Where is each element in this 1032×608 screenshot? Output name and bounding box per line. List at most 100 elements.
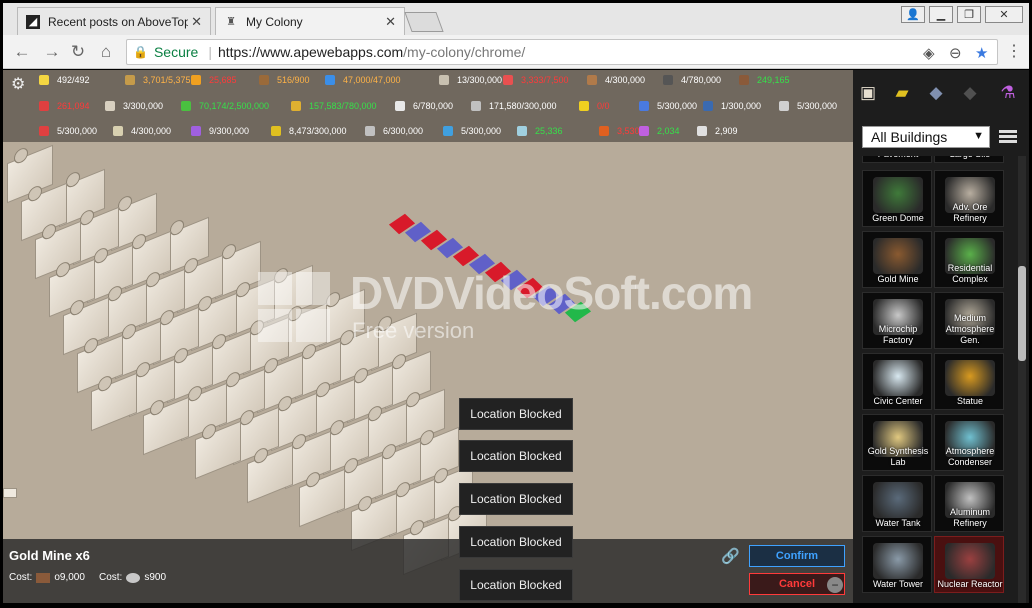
resource-item: 6/780,000 bbox=[395, 99, 453, 113]
resource-item: 5/300,000 bbox=[39, 124, 97, 138]
resource-item: 5/300,000 bbox=[639, 99, 697, 113]
resource-value: 0/0 bbox=[597, 101, 610, 111]
address-bar[interactable]: 🔒 Secure | https://www.apewebapps.com /m… bbox=[126, 39, 998, 65]
watermark-subtitle: Free version bbox=[352, 318, 475, 343]
scrollbar-thumb[interactable] bbox=[1018, 266, 1026, 361]
category-buildings-icon[interactable]: ▣ bbox=[855, 80, 881, 106]
building-card[interactable]: Green Dome bbox=[862, 170, 932, 227]
alien-icon bbox=[703, 101, 713, 111]
resource-value: 6/300,000 bbox=[383, 126, 424, 136]
building-card[interactable]: Microchip Factory bbox=[862, 292, 932, 349]
extension-icon[interactable]: ◈ bbox=[923, 44, 935, 62]
water-icon bbox=[325, 75, 335, 85]
resource-value: 261,094 bbox=[57, 101, 90, 111]
category-research-flask-icon[interactable]: ⚗ bbox=[995, 80, 1021, 106]
cost-ore-value: o9,000 bbox=[54, 572, 85, 583]
close-window-icon[interactable]: ✕ bbox=[985, 6, 1023, 23]
building-card[interactable]: Civic Center bbox=[862, 353, 932, 410]
back-arrow-icon[interactable]: ← bbox=[11, 41, 33, 63]
building-grid: Pavement Large Silo Green Dome Adv. Ore Ref… bbox=[862, 156, 1008, 603]
resource-item: 47,000/47,000 bbox=[325, 73, 401, 87]
game-viewport[interactable]: ⚙ 492/492 3,701/5,375 25,685 516/900 47,000/… bbox=[3, 70, 853, 603]
building-filter-select[interactable]: All Buildings ▼ bbox=[862, 126, 990, 148]
link-icon[interactable]: 🔗 bbox=[721, 547, 740, 565]
oil-icon bbox=[113, 126, 123, 136]
minimize-icon[interactable]: ▁ bbox=[929, 6, 953, 23]
resource-value: 516/900 bbox=[277, 75, 310, 85]
building-card[interactable]: Gold Mine bbox=[862, 231, 932, 288]
resource-value: 4/300,000 bbox=[131, 126, 172, 136]
close-tab-icon[interactable]: ✕ bbox=[191, 14, 202, 30]
building-card[interactable]: Pavement bbox=[862, 156, 932, 163]
resource-bar: ⚙ 492/492 3,701/5,375 25,685 516/900 47,000/… bbox=[3, 70, 853, 142]
resource-value: 25,336 bbox=[535, 126, 563, 136]
resource-value: 157,583/780,000 bbox=[309, 101, 377, 111]
building-card[interactable]: Statue bbox=[934, 353, 1004, 410]
watermark-title: DVDVideoSoft.com bbox=[350, 267, 753, 319]
resource-value: 3,333/7,500 bbox=[521, 75, 569, 85]
resource-item: 3/300,000 bbox=[105, 99, 163, 113]
resource-value: 6/780,000 bbox=[413, 101, 454, 111]
tab-my-colony[interactable]: ♜ My Colony ✕ bbox=[215, 7, 405, 35]
close-tab-icon[interactable]: ✕ bbox=[385, 14, 396, 30]
building-card[interactable]: Aluminum Refinery bbox=[934, 475, 1004, 532]
list-view-icon[interactable] bbox=[999, 130, 1017, 144]
tab-title: Recent posts on AboveTop bbox=[48, 14, 188, 29]
building-card-label: Large Silo bbox=[935, 156, 1003, 160]
tab-title: My Colony bbox=[246, 14, 303, 29]
settings-gear-icon[interactable]: ⚙ bbox=[11, 74, 25, 94]
confirm-button[interactable]: Confirm bbox=[749, 545, 845, 567]
gem-icon bbox=[39, 101, 49, 111]
profile-icon[interactable]: 👤 bbox=[901, 6, 925, 23]
resource-value: 47,000/47,000 bbox=[343, 75, 401, 85]
reload-icon[interactable]: ↻ bbox=[67, 41, 89, 63]
resource-value: 8,473/300,000 bbox=[289, 126, 347, 136]
building-thumbnail bbox=[873, 482, 923, 518]
build-panel: ▣ ▰ ◆ ◆ ⚗ All Buildings ▼ Pavement Large … bbox=[853, 70, 1029, 603]
building-card[interactable]: Water Tower bbox=[862, 536, 932, 593]
resource-item: 492/492 bbox=[39, 73, 90, 87]
building-card[interactable]: Residential Complex bbox=[934, 231, 1004, 288]
resource-value: 2,909 bbox=[715, 126, 738, 136]
building-card[interactable]: Large Silo bbox=[934, 156, 1004, 163]
crate-icon bbox=[587, 75, 597, 85]
resource-value: 3/300,000 bbox=[123, 101, 164, 111]
resource-value: 3,530 bbox=[617, 126, 640, 136]
forward-arrow-icon[interactable]: → bbox=[41, 41, 63, 63]
resource-item: 157,583/780,000 bbox=[291, 99, 377, 113]
bookmark-star-icon[interactable]: ★ bbox=[975, 44, 988, 62]
resource-value: 492/492 bbox=[57, 75, 90, 85]
building-card[interactable]: Medium Atmosphere Gen. bbox=[934, 292, 1004, 349]
location-blocked-toast: Location Blocked bbox=[459, 440, 573, 472]
home-icon[interactable]: ⌂ bbox=[95, 41, 117, 63]
selected-building-title: Gold Mine x6 bbox=[9, 548, 90, 563]
building-card-label: Atmosphere Condenser bbox=[945, 446, 995, 467]
restore-icon[interactable]: ❐ bbox=[957, 6, 981, 23]
resource-value: 1/300,000 bbox=[721, 101, 762, 111]
browser-menu-icon[interactable]: ⋮ bbox=[1006, 41, 1022, 61]
zoom-icon[interactable]: ⊖ bbox=[949, 44, 962, 62]
ore-icon bbox=[36, 572, 51, 583]
wood-icon bbox=[259, 75, 269, 85]
building-card[interactable]: Water Tank bbox=[862, 475, 932, 532]
panel-scrollbar[interactable] bbox=[1018, 156, 1026, 603]
resource-value: 5/300,000 bbox=[57, 126, 98, 136]
address-toolbar: ← → ↻ ⌂ 🔒 Secure | https://www.apewebapp… bbox=[3, 35, 1029, 69]
building-card-label: Water Tower bbox=[872, 579, 923, 589]
building-card[interactable]: Atmosphere Condenser bbox=[934, 414, 1004, 471]
category-vehicles-icon[interactable]: ▰ bbox=[889, 80, 915, 106]
resource-item: 2,034 bbox=[639, 124, 680, 138]
resource-item: 25,685 bbox=[191, 73, 237, 87]
resource-value: 5/300,000 bbox=[657, 101, 698, 111]
category-terrain-icon[interactable]: ◆ bbox=[957, 80, 983, 106]
building-card[interactable]: Nuclear Reactor bbox=[934, 536, 1004, 593]
minus-icon[interactable]: − bbox=[827, 577, 843, 593]
resource-item: 9/300,000 bbox=[191, 124, 249, 138]
new-tab-button[interactable] bbox=[404, 12, 444, 32]
building-card[interactable]: Gold Synthesis Lab bbox=[862, 414, 932, 471]
building-card-label: Gold Mine bbox=[877, 274, 919, 284]
cost-steel-value: s900 bbox=[144, 572, 167, 583]
tab-abovetop[interactable]: ◢ Recent posts on AboveTop ✕ bbox=[17, 7, 211, 35]
category-decor-icon[interactable]: ◆ bbox=[923, 80, 949, 106]
building-card[interactable]: Adv. Ore Refinery bbox=[934, 170, 1004, 227]
